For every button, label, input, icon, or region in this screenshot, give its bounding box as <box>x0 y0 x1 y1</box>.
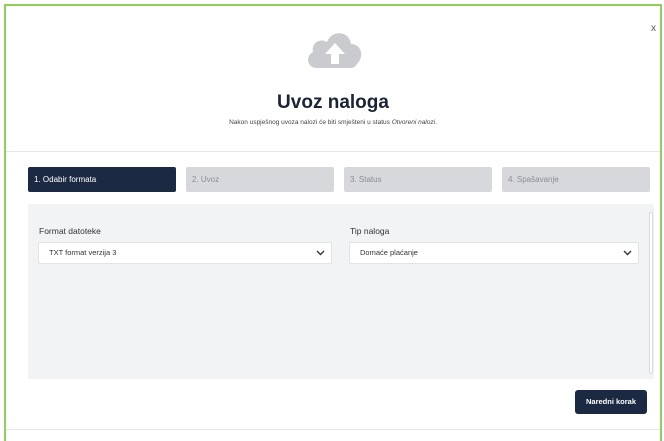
step-import[interactable]: 2. Uvoz <box>186 167 334 192</box>
format-select[interactable]: TXT format verzija 3 <box>38 242 332 264</box>
form-panel: Format datoteke TXT format verzija 3 Tip… <box>28 204 654 379</box>
subtitle-text: Nakon uspješnog uvoza nalozi će biti smj… <box>229 119 392 126</box>
next-step-button[interactable]: Naredni korak <box>575 390 647 414</box>
step-format[interactable]: 1. Odabir formata <box>28 167 176 192</box>
divider <box>6 151 660 152</box>
divider <box>6 429 660 430</box>
import-modal: x Uvoz naloga Nakon uspješnog uvoza nalo… <box>4 4 662 441</box>
type-select[interactable]: Domaće plaćanje <box>349 242 639 264</box>
chevron-down-icon <box>316 250 325 256</box>
type-label: Tip naloga <box>350 226 390 236</box>
chevron-down-icon <box>623 250 632 256</box>
modal-title: Uvoz naloga <box>277 92 389 113</box>
close-button[interactable]: x <box>651 24 656 34</box>
steps-bar: 1. Odabir formata 2. Uvoz 3. Status 4. S… <box>28 167 654 192</box>
step-status[interactable]: 3. Status <box>344 167 492 192</box>
modal-subtitle: Nakon uspješnog uvoza nalozi će biti smj… <box>6 119 660 126</box>
format-value: TXT format verzija 3 <box>49 248 117 257</box>
subtitle-status: Otvoreni nalozi <box>391 119 436 126</box>
panel-scrollbar[interactable] <box>649 212 653 374</box>
format-label: Format datoteke <box>39 226 101 236</box>
step-saving[interactable]: 4. Spašavanje <box>502 167 650 192</box>
type-value: Domaće plaćanje <box>360 248 418 257</box>
subtitle-suffix: . <box>435 119 437 126</box>
cloud-upload-icon <box>303 26 367 70</box>
